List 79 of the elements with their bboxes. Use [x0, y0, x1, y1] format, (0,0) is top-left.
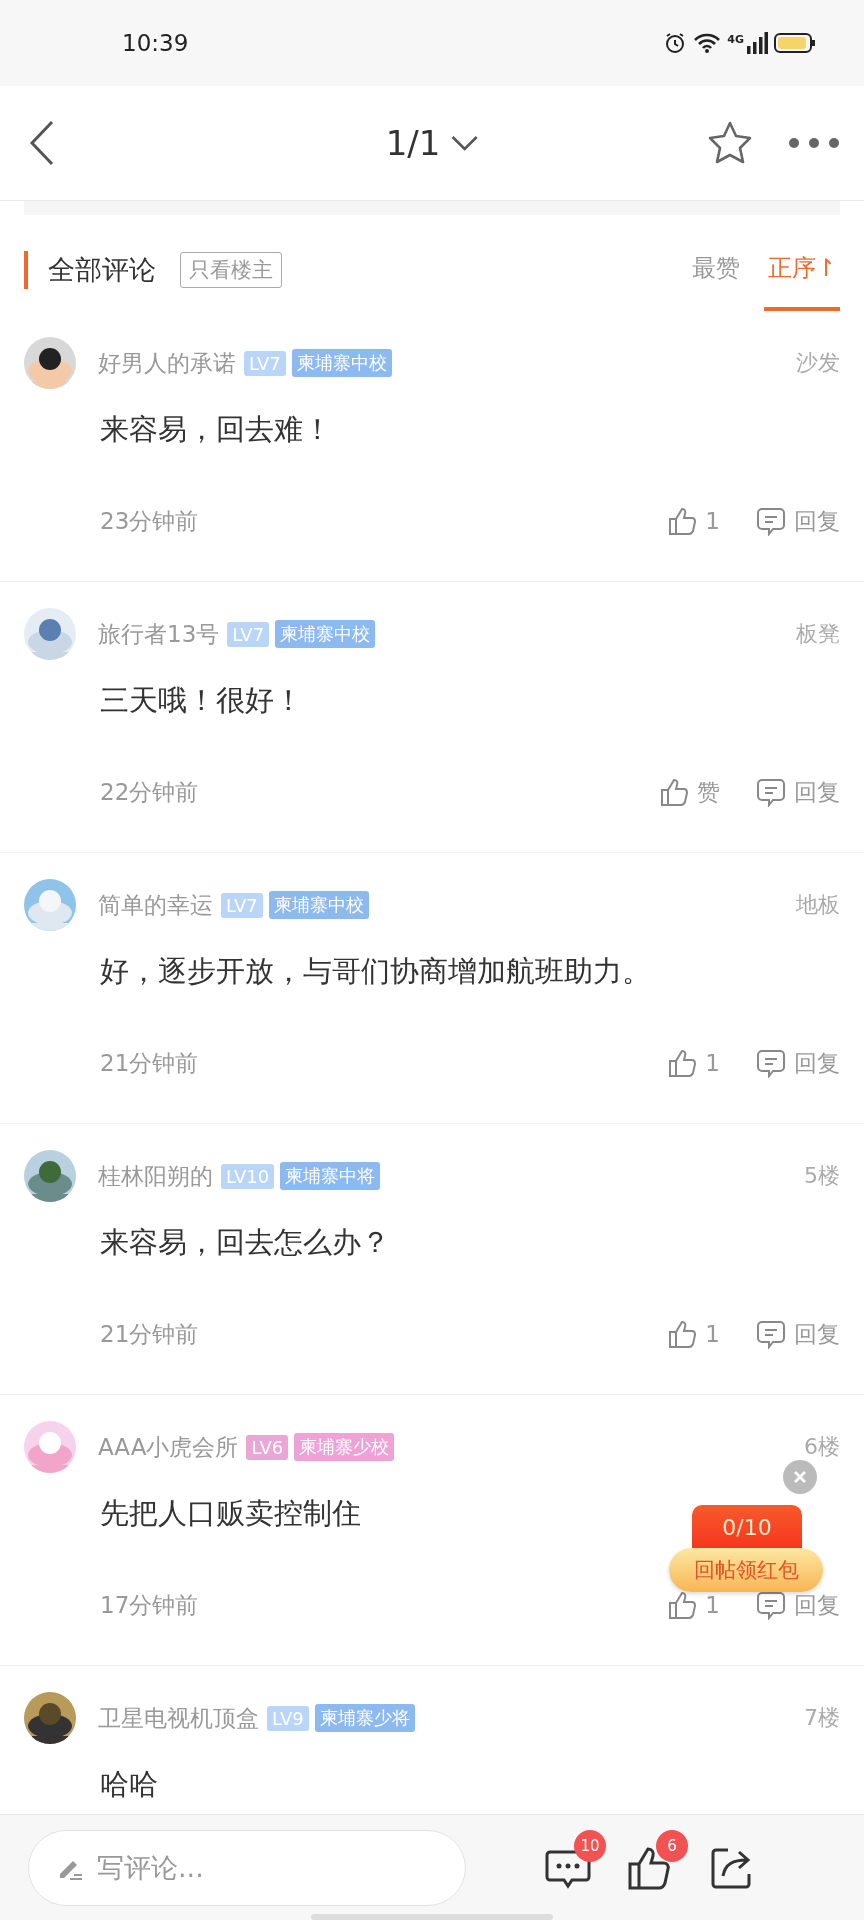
comment-input[interactable]: 写评论... [28, 1829, 466, 1906]
floor-label: 板凳 [796, 620, 840, 648]
sort-tab[interactable]: 正序↾ [763, 229, 840, 311]
thumbs-up-icon [667, 1048, 698, 1078]
username[interactable]: 简单的幸运 [98, 889, 213, 921]
like-button[interactable]: 1 [667, 1318, 720, 1350]
floor-label: 地板 [796, 891, 840, 919]
battery-icon [774, 32, 816, 54]
chat-icon [756, 1048, 786, 1078]
level-badge: LV7 [227, 621, 270, 647]
comment-time: 21分钟前 [100, 1048, 199, 1078]
floor-label: 5楼 [804, 1162, 840, 1190]
avatar[interactable] [24, 1150, 76, 1202]
rank-badge: 柬埔寨少校 [294, 1433, 395, 1461]
caret-icon [450, 134, 479, 152]
comment-time: 23分钟前 [100, 506, 199, 536]
wifi-icon [693, 32, 722, 54]
close-icon [792, 1469, 808, 1485]
level-badge: LV10 [221, 1163, 275, 1189]
username[interactable]: AAA小虎会所 [98, 1431, 239, 1463]
more-button[interactable] [788, 137, 840, 149]
count-badge: 6 [656, 1829, 688, 1862]
chat-icon [756, 1590, 786, 1620]
rank-badge: 柬埔寨少将 [314, 1704, 415, 1732]
username[interactable]: 桂林阳朔的 [98, 1160, 213, 1192]
like-button[interactable]: 1 [667, 1589, 720, 1621]
clock-time: 10:39 [122, 30, 189, 56]
comment-time: 17分钟前 [100, 1590, 199, 1620]
reply-button[interactable]: 回复 [756, 1589, 840, 1621]
page-selector[interactable]: 1/1 [385, 123, 479, 163]
section-title: 全部评论 [48, 253, 156, 287]
reply-button[interactable]: 回复 [756, 1318, 840, 1350]
comment-text: 三天哦！很好！ [100, 682, 303, 719]
username[interactable]: 好男人的承诺 [98, 347, 236, 379]
level-badge: LV7 [221, 892, 263, 918]
avatar[interactable] [24, 337, 76, 389]
thumbs-up-icon [667, 506, 698, 536]
comment-time: 22分钟前 [100, 777, 199, 807]
chat-icon [756, 1319, 786, 1349]
level-badge: LV9 [267, 1705, 309, 1731]
reward-toast[interactable]: 回帖领红包 [669, 1548, 823, 1592]
level-badge: LV6 [246, 1434, 289, 1460]
favorite-button[interactable] [706, 120, 754, 166]
username[interactable]: 卫星电视机顶盒 [98, 1702, 259, 1734]
level-badge: LV7 [244, 350, 286, 376]
star-icon [706, 120, 754, 166]
comment-text: 哈哈 [100, 1766, 158, 1803]
rank-badge: 柬埔寨中校 [268, 891, 369, 919]
reply-button[interactable]: 回复 [756, 776, 840, 808]
avatar[interactable] [24, 1692, 76, 1744]
op-only-toggle[interactable]: 只看楼主 [180, 252, 282, 288]
like-button[interactable]: 1 [667, 1047, 720, 1079]
sort-tab[interactable]: 最赞 [687, 229, 744, 311]
network-label: 4G [727, 33, 744, 46]
comment-text: 先把人口贩卖控制住 [100, 1495, 361, 1532]
comment-text: 好，逐步开放，与哥们协商增加航班助力。 [100, 953, 651, 990]
thumbs-up-icon [667, 1319, 698, 1349]
username[interactable]: 旅行者13号 [98, 618, 220, 650]
floor-label: 6楼 [804, 1433, 840, 1461]
like-button[interactable]: 赞 [659, 776, 720, 808]
chat-icon [756, 777, 786, 807]
floor-label: 7楼 [804, 1704, 840, 1732]
more-icon [788, 137, 840, 149]
chat-icon [756, 506, 786, 536]
like-button[interactable]: 1 [667, 505, 720, 537]
reply-button[interactable]: 回复 [756, 1047, 840, 1079]
count-badge: 10 [574, 1829, 606, 1862]
comment-text: 来容易，回去怎么办？ [100, 1224, 390, 1261]
comment-text: 来容易，回去难！ [100, 411, 332, 448]
rank-badge: 柬埔寨中校 [291, 349, 392, 377]
rank-badge: 柬埔寨中将 [280, 1162, 381, 1190]
comment-time: 21分钟前 [100, 1319, 199, 1349]
floor-label: 沙发 [796, 349, 840, 377]
rank-badge: 柬埔寨中校 [275, 620, 376, 648]
back-button[interactable] [28, 120, 56, 166]
thumbs-up-icon [667, 1590, 698, 1620]
signal-icon [746, 32, 768, 54]
thumbs-up-icon [659, 777, 689, 807]
reply-button[interactable]: 回复 [756, 505, 840, 537]
